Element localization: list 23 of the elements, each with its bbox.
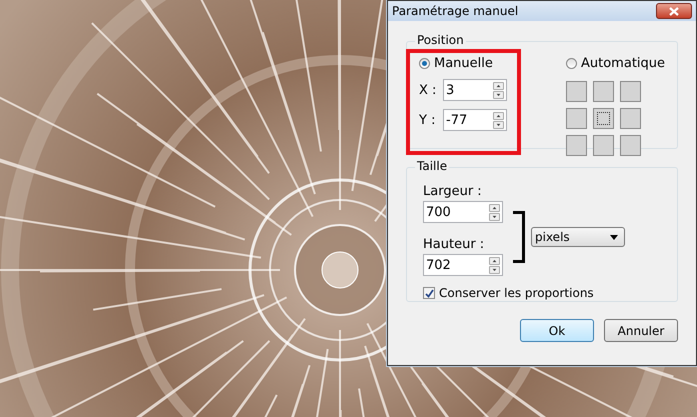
group-title: Taille — [415, 159, 450, 173]
dialog-button[interactable]: Ok — [520, 319, 594, 342]
dialog-button[interactable]: Annuler — [604, 319, 678, 342]
field-label: Y : — [419, 112, 436, 128]
link-bracket — [513, 211, 525, 263]
field-label: Largeur : — [423, 184, 483, 199]
caret-icon — [610, 234, 618, 240]
number-field[interactable]: -77 — [443, 109, 507, 131]
check-icon — [424, 288, 434, 298]
close-button[interactable] — [656, 3, 692, 19]
window-title: Paramétrage manuel — [392, 4, 518, 18]
field-label: X : — [419, 82, 437, 98]
unit-dropdown[interactable]: pixels — [531, 227, 625, 247]
close-icon — [669, 6, 679, 16]
number-field[interactable]: 700 — [423, 201, 503, 223]
radio-button[interactable]: Manuelle — [419, 56, 507, 71]
number-field[interactable]: 3 — [443, 79, 507, 101]
anchor-button[interactable] — [593, 108, 614, 129]
number-field[interactable]: 702 — [423, 254, 503, 276]
keep-ratio-checkbox[interactable]: Conserver les proportions — [423, 286, 677, 300]
field-label: Hauteur : — [423, 237, 486, 252]
group-title: Position — [415, 33, 466, 47]
radio-button[interactable]: Automatique — [566, 56, 669, 71]
